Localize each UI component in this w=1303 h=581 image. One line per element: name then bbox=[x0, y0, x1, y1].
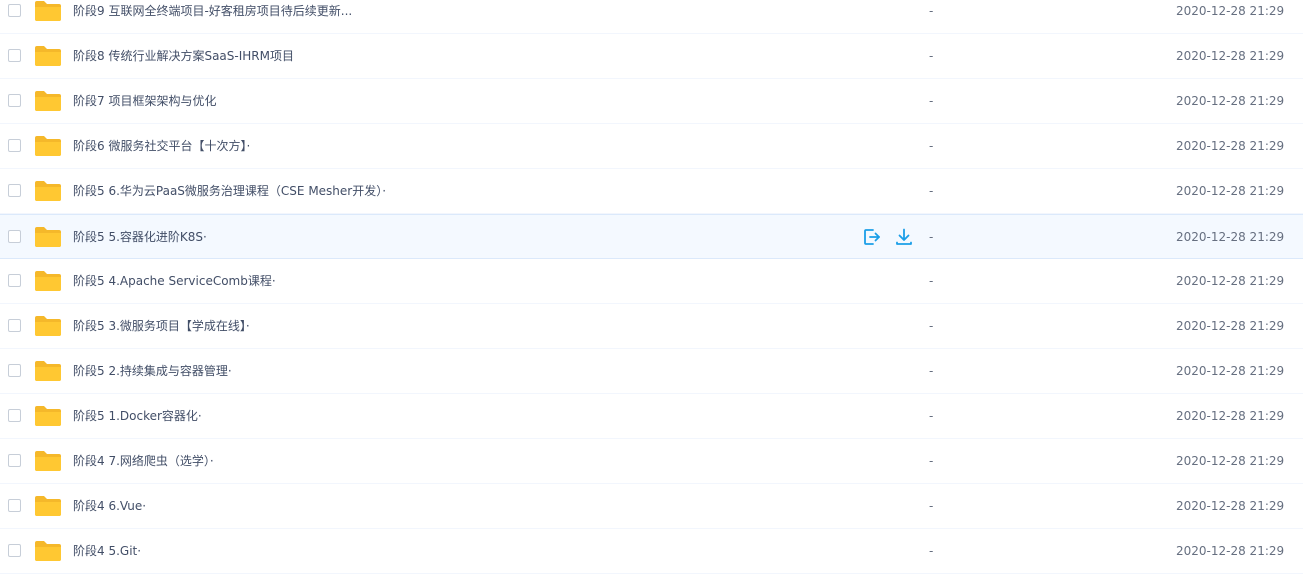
file-row[interactable]: 阶段5 2.持续集成与容器管理· - 2020-12-28 21:29 bbox=[0, 349, 1303, 394]
file-row[interactable]: 阶段9 互联网全终端项目-好客租房项目待后续更新... - 2020-12-28… bbox=[0, 0, 1303, 34]
file-modified-date: 2020-12-28 21:29 bbox=[1176, 4, 1285, 18]
row-checkbox[interactable] bbox=[8, 229, 21, 243]
file-name[interactable]: 阶段5 5.容器化进阶K8S· bbox=[73, 215, 207, 258]
file-modified-date: 2020-12-28 21:29 bbox=[1176, 94, 1285, 108]
file-row[interactable]: 阶段5 6.华为云PaaS微服务治理课程（CSE Mesher开发）· - 20… bbox=[0, 169, 1303, 214]
file-modified-date: 2020-12-28 21:29 bbox=[1176, 364, 1285, 378]
file-size: - bbox=[929, 499, 934, 513]
folder-icon bbox=[35, 226, 61, 247]
file-size: - bbox=[929, 364, 934, 378]
file-modified-date: 2020-12-28 21:29 bbox=[1176, 499, 1285, 513]
file-row[interactable]: 阶段7 项目框架架构与优化 - 2020-12-28 21:29 bbox=[0, 79, 1303, 124]
file-size: - bbox=[929, 49, 934, 63]
file-row[interactable]: 阶段6 微服务社交平台【十次方】· - 2020-12-28 21:29 bbox=[0, 124, 1303, 169]
folder-icon bbox=[35, 406, 61, 426]
row-checkbox[interactable] bbox=[8, 499, 21, 512]
file-name[interactable]: 阶段4 7.网络爬虫（选学）· bbox=[73, 439, 214, 483]
file-row[interactable]: 阶段5 3.微服务项目【学成在线】· - 2020-12-28 21:29 bbox=[0, 304, 1303, 349]
folder-icon bbox=[35, 46, 61, 66]
download-icon[interactable] bbox=[894, 227, 914, 247]
file-size: - bbox=[929, 409, 934, 423]
file-row[interactable]: 阶段8 传统行业解决方案SaaS-IHRM项目 - 2020-12-28 21:… bbox=[0, 34, 1303, 79]
file-row[interactable]: 阶段5 5.容器化进阶K8S· - 2020-12-28 21:29 bbox=[0, 214, 1303, 259]
file-name[interactable]: 阶段4 6.Vue· bbox=[73, 484, 146, 528]
folder-icon bbox=[35, 1, 61, 21]
row-checkbox[interactable] bbox=[8, 454, 21, 467]
file-modified-date: 2020-12-28 21:29 bbox=[1176, 139, 1285, 153]
row-checkbox[interactable] bbox=[8, 94, 21, 107]
row-checkbox[interactable] bbox=[8, 319, 21, 332]
row-checkbox[interactable] bbox=[8, 364, 21, 377]
file-row[interactable]: 阶段4 6.Vue· - 2020-12-28 21:29 bbox=[0, 484, 1303, 529]
row-checkbox[interactable] bbox=[8, 139, 21, 152]
file-name[interactable]: 阶段9 互联网全终端项目-好客租房项目待后续更新... bbox=[73, 0, 352, 33]
folder-icon bbox=[35, 271, 61, 291]
file-size: - bbox=[929, 454, 934, 468]
file-name[interactable]: 阶段5 1.Docker容器化· bbox=[73, 394, 202, 438]
file-size: - bbox=[929, 184, 934, 198]
file-size: - bbox=[929, 139, 934, 153]
row-actions bbox=[862, 227, 914, 247]
row-checkbox[interactable] bbox=[8, 184, 21, 197]
file-row[interactable]: 阶段5 1.Docker容器化· - 2020-12-28 21:29 bbox=[0, 394, 1303, 439]
file-name[interactable]: 阶段5 3.微服务项目【学成在线】· bbox=[73, 304, 250, 348]
row-checkbox[interactable] bbox=[8, 409, 21, 422]
folder-icon bbox=[35, 91, 61, 111]
file-modified-date: 2020-12-28 21:29 bbox=[1176, 184, 1285, 198]
file-size: - bbox=[929, 544, 934, 558]
file-name[interactable]: 阶段8 传统行业解决方案SaaS-IHRM项目 bbox=[73, 34, 294, 78]
file-size: - bbox=[929, 4, 934, 18]
file-list: 阶段9 互联网全终端项目-好客租房项目待后续更新... - 2020-12-28… bbox=[0, 0, 1303, 581]
file-size: - bbox=[929, 319, 934, 333]
file-row[interactable]: 阶段4 7.网络爬虫（选学）· - 2020-12-28 21:29 bbox=[0, 439, 1303, 484]
folder-icon bbox=[35, 451, 61, 471]
file-name[interactable]: 阶段7 项目框架架构与优化 bbox=[73, 79, 216, 123]
folder-icon bbox=[35, 136, 61, 156]
file-size: - bbox=[929, 94, 934, 108]
file-row[interactable]: 阶段4 5.Git· - 2020-12-28 21:29 bbox=[0, 529, 1303, 574]
file-name[interactable]: 阶段4 5.Git· bbox=[73, 529, 141, 573]
folder-icon bbox=[35, 496, 61, 516]
file-modified-date: 2020-12-28 21:29 bbox=[1176, 319, 1285, 333]
file-modified-date: 2020-12-28 21:29 bbox=[1176, 544, 1285, 558]
file-name[interactable]: 阶段6 微服务社交平台【十次方】· bbox=[73, 124, 250, 168]
row-checkbox[interactable] bbox=[8, 49, 21, 62]
file-row[interactable]: 阶段5 4.Apache ServiceComb课程· - 2020-12-28… bbox=[0, 259, 1303, 304]
folder-icon bbox=[35, 316, 61, 336]
share-icon[interactable] bbox=[862, 227, 882, 247]
file-name[interactable]: 阶段5 4.Apache ServiceComb课程· bbox=[73, 259, 276, 303]
file-modified-date: 2020-12-28 21:29 bbox=[1176, 230, 1285, 244]
file-size: - bbox=[929, 230, 934, 244]
folder-icon bbox=[35, 181, 61, 201]
file-modified-date: 2020-12-28 21:29 bbox=[1176, 454, 1285, 468]
file-name[interactable]: 阶段5 6.华为云PaaS微服务治理课程（CSE Mesher开发）· bbox=[73, 169, 386, 213]
file-size: - bbox=[929, 274, 934, 288]
file-modified-date: 2020-12-28 21:29 bbox=[1176, 49, 1285, 63]
row-checkbox[interactable] bbox=[8, 544, 21, 557]
file-name[interactable]: 阶段5 2.持续集成与容器管理· bbox=[73, 349, 232, 393]
row-checkbox[interactable] bbox=[8, 274, 21, 287]
folder-icon bbox=[35, 541, 61, 561]
file-modified-date: 2020-12-28 21:29 bbox=[1176, 409, 1285, 423]
folder-icon bbox=[35, 361, 61, 381]
file-modified-date: 2020-12-28 21:29 bbox=[1176, 274, 1285, 288]
row-checkbox[interactable] bbox=[8, 4, 21, 17]
